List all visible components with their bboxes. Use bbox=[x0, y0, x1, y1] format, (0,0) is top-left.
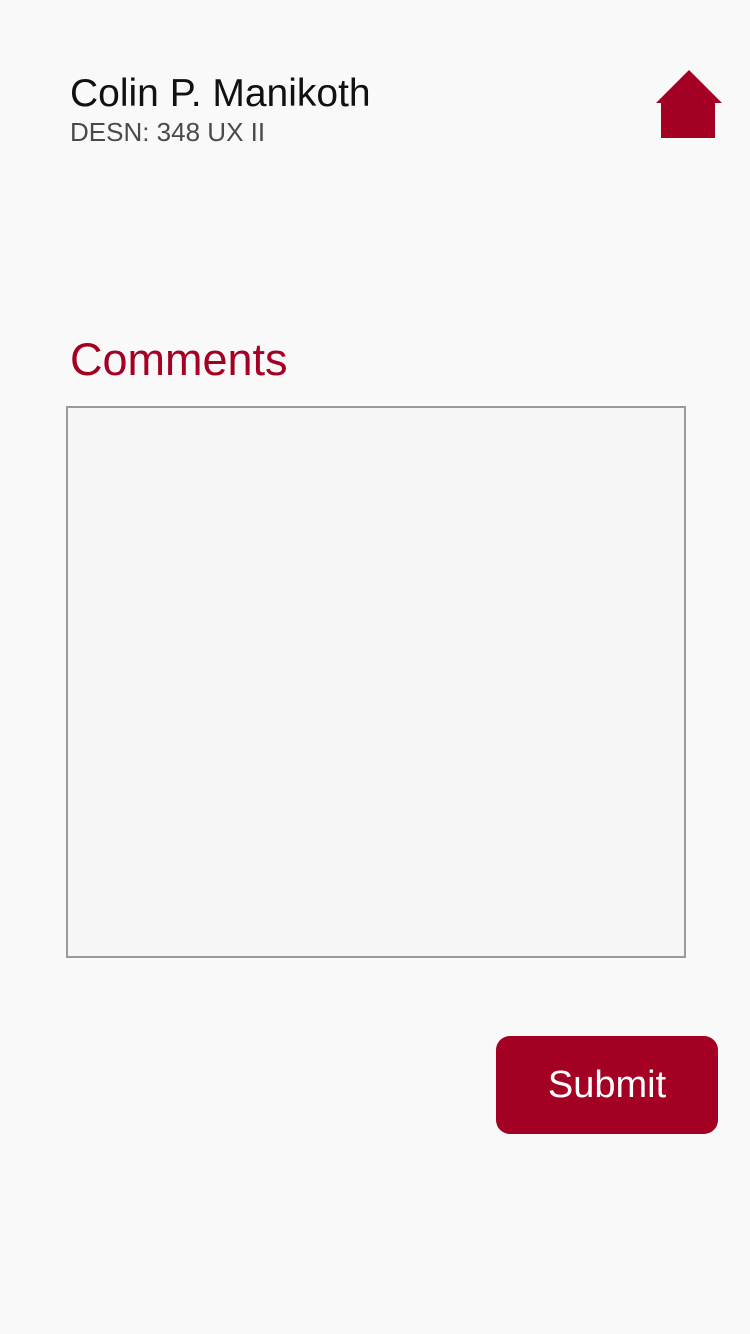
comments-textarea[interactable] bbox=[66, 406, 686, 958]
submit-button[interactable]: Submit bbox=[496, 1036, 718, 1134]
comments-label: Comments bbox=[70, 334, 288, 385]
author-name: Colin P. Manikoth bbox=[70, 72, 371, 115]
course-label: DESN: 348 UX II bbox=[70, 117, 266, 147]
home-icon bbox=[656, 70, 722, 138]
home-button[interactable] bbox=[654, 68, 724, 140]
